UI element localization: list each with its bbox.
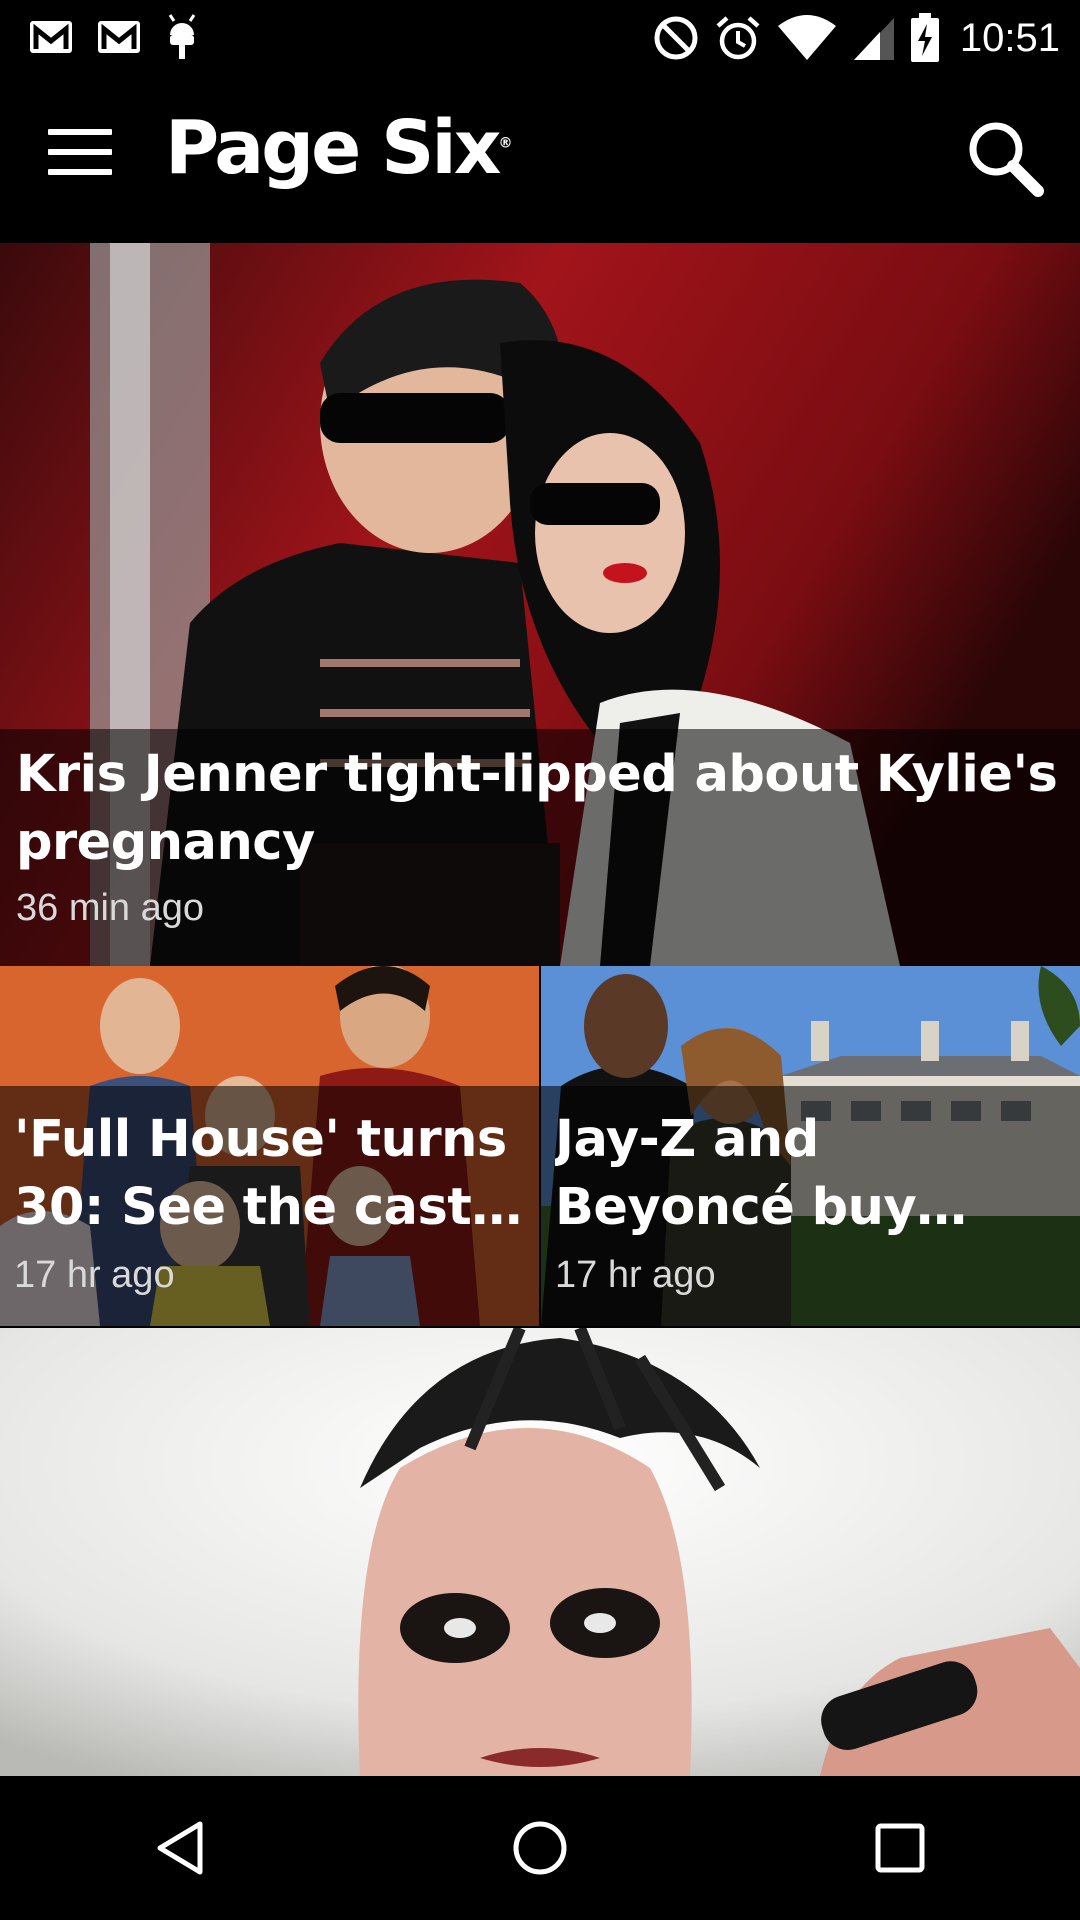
app-bar: Page Six® — [0, 75, 1080, 243]
brand-name: Page Six — [165, 105, 501, 191]
article-title: Kris Jenner tight-lipped about Kylie's p… — [16, 745, 1058, 872]
navigation-bar — [0, 1776, 1080, 1920]
article-card-marilyn-manson[interactable] — [0, 1328, 1080, 1776]
article-overlay: Kris Jenner tight-lipped about Kylie's p… — [0, 729, 1080, 966]
article-title-line1: 'Full House' turns — [14, 1110, 507, 1169]
signal-icon — [853, 18, 894, 60]
article-title-line2: Beyoncé buy… — [555, 1178, 967, 1237]
wifi-icon — [777, 15, 836, 60]
gmail-icon — [98, 21, 140, 53]
do-not-disturb-icon — [654, 16, 698, 60]
back-triangle-icon — [157, 1821, 203, 1875]
article-time: 36 min ago — [16, 887, 205, 929]
article-title-line2: 30: See the cast… — [14, 1178, 522, 1237]
registered-mark: ® — [498, 135, 513, 152]
gmail-icon — [30, 21, 72, 53]
article-title-line1: Jay-Z and — [555, 1110, 819, 1169]
recents-square-icon — [875, 1823, 925, 1873]
article-time: 17 hr ago — [14, 1254, 175, 1296]
status-time: 10:51 — [959, 15, 1060, 60]
article-overlay: Jay-Z and Beyoncé buy… 17 hr ago — [541, 1086, 1080, 1326]
article-image-performer — [0, 1328, 1080, 1776]
article-card-full-house[interactable]: 'Full House' turns 30: See the cast… 17 … — [0, 966, 539, 1326]
system-icons: 10:51 — [652, 8, 1060, 68]
page-six-logo: Page Six® — [165, 105, 513, 191]
home-icon[interactable] — [480, 1788, 600, 1908]
article-card-jay-z-beyonce[interactable]: Jay-Z and Beyoncé buy… 17 hr ago — [541, 966, 1080, 1326]
notification-icons — [28, 12, 200, 62]
article-card-hero[interactable]: Kris Jenner tight-lipped about Kylie's p… — [0, 243, 1080, 966]
article-overlay: 'Full House' turns 30: See the cast… 17 … — [0, 1086, 539, 1326]
recents-icon[interactable] — [840, 1788, 960, 1908]
back-icon[interactable] — [120, 1788, 240, 1908]
alarm-icon — [716, 16, 760, 60]
search-icon[interactable] — [964, 117, 1046, 199]
article-time: 17 hr ago — [555, 1254, 716, 1296]
home-circle-icon — [513, 1821, 567, 1875]
hamburger-menu-icon[interactable] — [48, 129, 112, 189]
battery-charging-icon — [910, 13, 939, 62]
android-debug-icon — [168, 14, 196, 59]
status-bar: 10:51 — [0, 0, 1080, 75]
